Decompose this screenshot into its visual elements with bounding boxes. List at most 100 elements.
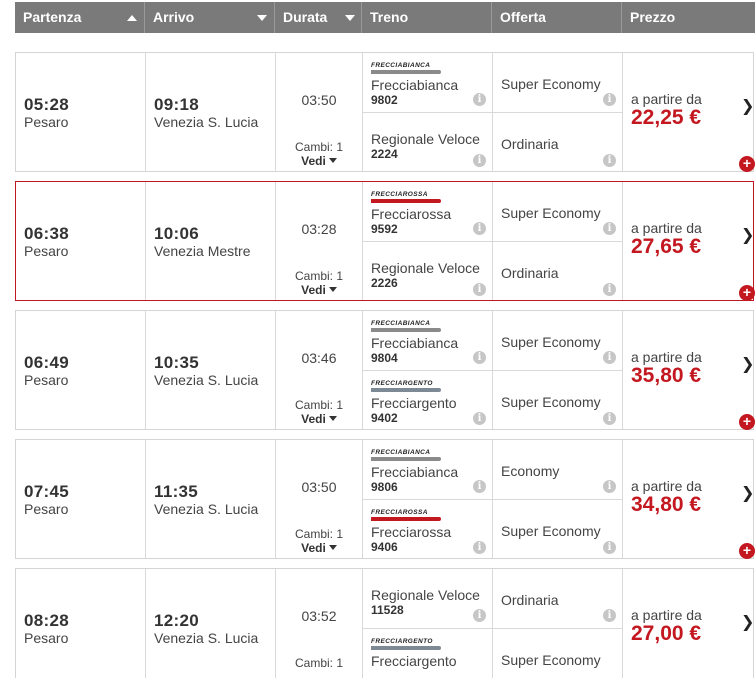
header-arrivo-label: Arrivo	[153, 9, 195, 25]
offer-leg[interactable]: Super Economy	[493, 629, 622, 689]
plus-icon[interactable]: +	[739, 543, 755, 559]
chevron-right-icon[interactable]: ❯	[741, 96, 754, 116]
train-leg: FRECCIABIANCA Frecciabianca 9804 i	[363, 311, 492, 371]
vedi-button[interactable]: Vedi	[276, 541, 362, 555]
vedi-button[interactable]: Vedi	[276, 283, 362, 297]
train-leg: FRECCIABIANCA Frecciabianca 9806 i	[363, 440, 492, 500]
info-icon[interactable]: i	[603, 93, 616, 106]
vedi-label: Vedi	[301, 412, 326, 426]
offer-leg[interactable]: Ordinaria i	[493, 113, 622, 173]
departure-cell: 05:28 Pesaro	[16, 53, 146, 171]
frecciargento-logo: FRECCIARGENTO	[371, 380, 441, 392]
info-icon[interactable]: i	[603, 541, 616, 554]
info-icon[interactable]: i	[603, 609, 616, 622]
info-icon[interactable]: i	[603, 412, 616, 425]
header-arrivo[interactable]: Arrivo	[145, 2, 275, 33]
caret-down-icon	[328, 287, 337, 292]
arrival-station: Venezia S. Lucia	[154, 114, 259, 130]
sort-asc-icon[interactable]	[127, 15, 137, 21]
offer-leg[interactable]: Ordinaria i	[493, 569, 622, 629]
offer-leg[interactable]: Ordinaria i	[493, 242, 622, 302]
price-cell[interactable]: a partire da 27,65 € ❯ +	[623, 182, 755, 301]
info-icon[interactable]: i	[473, 222, 486, 235]
vedi-button[interactable]: Vedi	[276, 412, 362, 426]
info-icon[interactable]: i	[603, 283, 616, 296]
chevron-right-icon[interactable]: ❯	[741, 225, 754, 245]
price-value: 22,25 €	[631, 106, 702, 129]
train-number: 9406	[371, 540, 398, 554]
header-durata[interactable]: Durata	[275, 2, 362, 33]
plus-icon[interactable]: +	[739, 414, 755, 430]
solution-row[interactable]: 05:28 Pesaro 09:18 Venezia S. Lucia 03:5…	[15, 52, 755, 173]
info-icon[interactable]: i	[473, 541, 486, 554]
departure-cell: 06:49 Pesaro	[16, 311, 146, 429]
logo-swoosh	[371, 457, 441, 461]
info-icon[interactable]: i	[473, 283, 486, 296]
offer-leg[interactable]: Super Economy i	[493, 500, 622, 560]
changes-count: Cambi: 1	[294, 527, 344, 541]
info-icon[interactable]: i	[473, 93, 486, 106]
info-icon[interactable]: i	[603, 222, 616, 235]
sort-desc-icon[interactable]	[257, 15, 267, 21]
solution-row[interactable]: 06:49 Pesaro 10:35 Venezia S. Lucia 03:4…	[15, 310, 755, 430]
departure-cell: 06:38 Pesaro	[16, 182, 146, 300]
duration-value: 03:50	[301, 92, 337, 108]
chevron-right-icon[interactable]: ❯	[741, 354, 754, 374]
results-table-header: Partenza Arrivo Durata Treno Offerta Pre…	[15, 2, 755, 33]
info-icon[interactable]: i	[473, 351, 486, 364]
train-name: Frecciargento	[371, 395, 457, 411]
info-icon[interactable]: i	[473, 412, 486, 425]
solution-row[interactable]: 08:28 Pesaro 12:20 Venezia S. Lucia 03:5…	[15, 568, 754, 678]
train-leg: Regionale Veloce 2226 i	[363, 242, 492, 302]
info-icon[interactable]: i	[473, 480, 486, 493]
chevron-right-icon[interactable]: ❯	[741, 612, 754, 632]
arrival-cell: 09:18 Venezia S. Lucia	[146, 53, 276, 171]
arrival-cell: 12:20 Venezia S. Lucia	[146, 569, 276, 678]
price-cell[interactable]: a partire da 34,80 € ❯ +	[623, 440, 755, 559]
logo-swoosh	[371, 388, 441, 392]
train-number: 2226	[371, 276, 398, 290]
chevron-right-icon[interactable]: ❯	[741, 483, 754, 503]
header-partenza[interactable]: Partenza	[15, 2, 145, 33]
train-leg: FRECCIABIANCA Frecciabianca 9802 i	[363, 53, 492, 113]
info-icon[interactable]: i	[603, 351, 616, 364]
price-cell[interactable]: a partire da 27,00 € ❯	[623, 569, 754, 678]
info-icon[interactable]: i	[603, 154, 616, 167]
departure-station: Pesaro	[24, 114, 69, 130]
duration-value: 03:28	[301, 221, 337, 237]
frecciarossa-logo: FRECCIAROSSA	[371, 191, 441, 203]
info-icon[interactable]: i	[473, 154, 486, 167]
logo-swoosh	[371, 517, 441, 521]
offer-cell: Super Economy i Super Economy i	[493, 311, 623, 429]
offer-name: Ordinaria	[501, 592, 559, 608]
train-leg: FRECCIAROSSA Frecciarossa 9592 i	[363, 182, 492, 242]
logo-text: FRECCIABIANCA	[371, 320, 431, 327]
frecciarossa-logo: FRECCIAROSSA	[371, 509, 441, 521]
vedi-button[interactable]: Vedi	[276, 154, 362, 168]
solution-row-selected[interactable]: 06:38 Pesaro 10:06 Venezia Mestre 03:28 …	[15, 181, 755, 302]
solution-row[interactable]: 07:45 Pesaro 11:35 Venezia S. Lucia 03:5…	[15, 439, 755, 560]
info-icon[interactable]: i	[473, 609, 486, 622]
price-cell[interactable]: a partire da 22,25 € ❯ +	[623, 53, 755, 172]
offer-leg[interactable]: Super Economy i	[493, 182, 622, 242]
train-number: 9592	[371, 222, 398, 236]
train-cell: FRECCIABIANCA Frecciabianca 9806 i FRECC…	[363, 440, 493, 558]
train-number: 9804	[371, 351, 398, 365]
departure-time: 08:28	[24, 611, 69, 630]
frecciargento-logo: FRECCIARGENTO	[371, 638, 441, 650]
plus-icon[interactable]: +	[739, 285, 755, 301]
price-cell[interactable]: a partire da 35,80 € ❯ +	[623, 311, 755, 430]
info-icon[interactable]: i	[603, 480, 616, 493]
train-leg: FRECCIARGENTO Frecciargento	[363, 629, 492, 689]
duration-value: 03:52	[301, 608, 337, 624]
departure-station: Pesaro	[24, 243, 69, 259]
offer-leg[interactable]: Super Economy i	[493, 311, 622, 371]
train-number: 11528	[371, 603, 404, 617]
plus-icon[interactable]: +	[739, 156, 755, 172]
offer-leg[interactable]: Super Economy i	[493, 371, 622, 431]
departure-time: 05:28	[24, 95, 69, 114]
offer-name: Ordinaria	[501, 265, 559, 281]
sort-desc-icon[interactable]	[345, 15, 355, 21]
offer-leg[interactable]: Economy i	[493, 440, 622, 500]
offer-leg[interactable]: Super Economy i	[493, 53, 622, 113]
